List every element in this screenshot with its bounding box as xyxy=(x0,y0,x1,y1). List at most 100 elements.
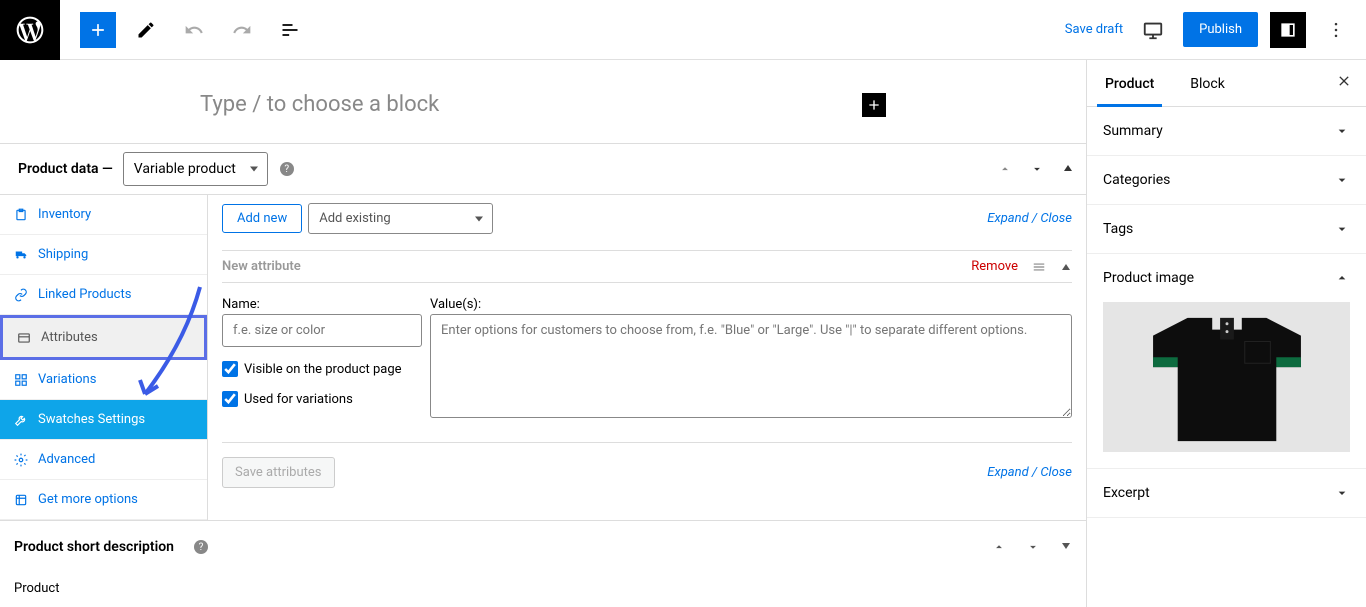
wrench-icon xyxy=(14,413,28,427)
attribute-header[interactable]: New attribute Remove xyxy=(222,250,1072,282)
expand-close-link-bottom[interactable]: Expand / Close xyxy=(987,465,1072,480)
section-tags: Tags xyxy=(1087,205,1366,254)
values-column: Value(s): xyxy=(430,297,1072,422)
used-label: Used for variations xyxy=(244,392,353,407)
polo-shirt-icon xyxy=(1127,308,1327,446)
undo-button[interactable] xyxy=(176,12,212,48)
sidebar-close-button[interactable] xyxy=(1322,61,1366,105)
short-desc-controls xyxy=(992,540,1072,554)
tab-label: Inventory xyxy=(38,207,91,222)
more-options-button[interactable] xyxy=(1318,12,1354,48)
expand-close-link[interactable]: Expand / Close xyxy=(987,211,1072,226)
sidebar-tab-block[interactable]: Block xyxy=(1172,60,1243,106)
chevron-down-icon xyxy=(1334,123,1350,139)
settings-panel-toggle[interactable] xyxy=(1270,12,1306,48)
kebab-icon xyxy=(1326,20,1346,40)
chevron-up-icon[interactable] xyxy=(998,162,1012,176)
redo-icon xyxy=(232,20,252,40)
section-header-categories[interactable]: Categories xyxy=(1087,156,1366,204)
tab-shipping[interactable]: Shipping xyxy=(0,235,207,275)
tab-get-more-options[interactable]: Get more options xyxy=(0,480,207,520)
product-data-body: Inventory Shipping Linked Products Attri… xyxy=(0,195,1086,520)
triangle-up-icon[interactable] xyxy=(1060,261,1072,273)
grid-icon xyxy=(14,373,28,387)
remove-link[interactable]: Remove xyxy=(971,259,1018,274)
save-draft-link[interactable]: Save draft xyxy=(1065,22,1123,37)
product-image-body xyxy=(1087,302,1366,468)
product-data-tabs: Inventory Shipping Linked Products Attri… xyxy=(0,195,208,520)
chevron-up-icon xyxy=(1334,270,1350,286)
visible-checkbox[interactable] xyxy=(222,361,238,377)
preview-button[interactable] xyxy=(1135,12,1171,48)
section-excerpt: Excerpt xyxy=(1087,469,1366,518)
document-outline-button[interactable] xyxy=(272,12,308,48)
tab-attributes[interactable]: Attributes xyxy=(0,315,207,360)
top-toolbar: Save draft Publish xyxy=(0,0,1366,60)
help-icon[interactable]: ? xyxy=(280,162,294,176)
tab-label: Shipping xyxy=(38,247,88,262)
main-area: Type / to choose a block Product data — … xyxy=(0,60,1366,607)
redo-button[interactable] xyxy=(224,12,260,48)
save-attributes-button[interactable]: Save attributes xyxy=(222,457,335,488)
section-header-product-image[interactable]: Product image xyxy=(1087,254,1366,302)
tab-variations[interactable]: Variations xyxy=(0,360,207,400)
sidebar-tab-product[interactable]: Product xyxy=(1087,60,1172,106)
add-new-button[interactable]: Add new xyxy=(222,204,302,233)
attributes-toolbar: Add new Add existing Expand / Close xyxy=(222,203,1072,234)
visible-checkbox-row: Visible on the product page xyxy=(222,361,422,377)
short-description-label: Product short description xyxy=(14,539,174,555)
tab-advanced[interactable]: Advanced xyxy=(0,440,207,480)
drag-icon[interactable] xyxy=(1032,260,1046,274)
tab-swatches-settings[interactable]: Swatches Settings xyxy=(0,400,207,440)
short-description-bar: Product short description ? xyxy=(0,520,1086,573)
product-type-select[interactable]: Variable product xyxy=(123,152,268,186)
link-icon xyxy=(14,288,28,302)
name-label: Name: xyxy=(222,297,422,312)
attribute-fields: Name: Visible on the product page Used f… xyxy=(222,282,1072,430)
triangle-up-icon[interactable] xyxy=(1062,162,1074,174)
inline-insert-button[interactable] xyxy=(862,93,886,117)
close-icon xyxy=(1336,73,1352,89)
chevron-down-icon[interactable] xyxy=(1030,162,1044,176)
toolbar-right: Save draft Publish xyxy=(1065,12,1354,48)
chevron-down-icon[interactable] xyxy=(1026,540,1040,554)
plus-icon xyxy=(88,20,108,40)
block-inserter-row: Type / to choose a block xyxy=(0,60,1086,143)
toolbar-left xyxy=(80,12,308,48)
wordpress-icon xyxy=(14,14,46,46)
tab-inventory[interactable]: Inventory xyxy=(0,195,207,235)
triangle-down-icon[interactable] xyxy=(1060,540,1072,552)
clipboard-icon xyxy=(14,208,28,222)
settings-sidebar: Product Block Summary Categories Tags xyxy=(1086,60,1366,607)
add-block-button[interactable] xyxy=(80,12,116,48)
section-header-summary[interactable]: Summary xyxy=(1087,107,1366,155)
attribute-title: New attribute xyxy=(222,259,301,274)
section-summary: Summary xyxy=(1087,107,1366,156)
plus-icon xyxy=(866,97,882,113)
help-icon[interactable]: ? xyxy=(194,540,208,554)
undo-icon xyxy=(184,20,204,40)
tab-label: Attributes xyxy=(41,330,98,345)
values-label: Value(s): xyxy=(430,297,1072,312)
product-image-thumbnail[interactable] xyxy=(1103,302,1350,452)
editor-column: Type / to choose a block Product data — … xyxy=(0,60,1086,607)
chevron-up-icon[interactable] xyxy=(992,540,1006,554)
edit-mode-button[interactable] xyxy=(128,12,164,48)
tab-linked-products[interactable]: Linked Products xyxy=(0,275,207,315)
add-existing-select[interactable]: Add existing xyxy=(308,203,493,234)
section-header-tags[interactable]: Tags xyxy=(1087,205,1366,253)
tab-label: Linked Products xyxy=(38,287,131,302)
wordpress-logo[interactable] xyxy=(0,0,60,60)
publish-button[interactable]: Publish xyxy=(1183,12,1258,47)
attribute-values-textarea[interactable] xyxy=(430,314,1072,418)
attribute-header-controls: Remove xyxy=(971,259,1072,274)
section-header-excerpt[interactable]: Excerpt xyxy=(1087,469,1366,517)
attribute-name-input[interactable] xyxy=(222,314,422,347)
product-type-select-wrap: Variable product xyxy=(113,152,268,186)
product-data-bar: Product data — Variable product ? xyxy=(0,143,1086,195)
tab-label: Advanced xyxy=(38,452,95,467)
block-prompt-text[interactable]: Type / to choose a block xyxy=(200,92,439,117)
save-row: Save attributes Expand / Close xyxy=(222,442,1072,494)
used-for-variations-checkbox[interactable] xyxy=(222,391,238,407)
list-icon xyxy=(17,331,31,345)
